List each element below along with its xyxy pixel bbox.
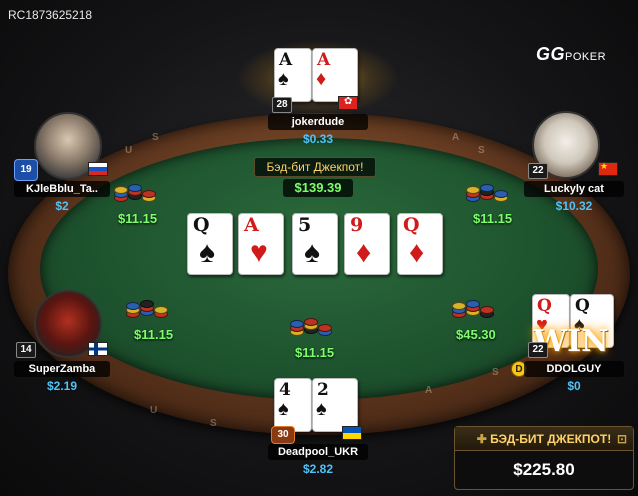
rail-letter: S <box>478 145 485 156</box>
player-name: Deadpool_UKR <box>268 444 368 460</box>
center-bet-amount: $11.15 <box>295 345 335 360</box>
player-stack: $2.19 <box>46 379 78 393</box>
level-badge: 22 <box>528 163 548 179</box>
spade-icon: ♠ <box>199 236 215 269</box>
card-rank: A <box>317 50 331 70</box>
player-stack: $0 <box>567 379 581 393</box>
bad-beat-jackpot-panel: ✚ БЭД-БИТ ДЖЕКПОТ! ⊡ $225.80 <box>454 426 634 490</box>
card-rank: 2 <box>317 380 329 400</box>
board-card-1: Q ♠ <box>187 213 233 275</box>
card-rank: Q <box>193 214 210 236</box>
player-stack: $2.82 <box>302 462 334 476</box>
rail-letter: S <box>152 132 159 143</box>
player-name: DDOLGUY <box>524 361 624 377</box>
jackpot-header: ✚ БЭД-БИТ ДЖЕКПОТ! ⊡ <box>455 427 633 451</box>
card-rank: 5 <box>298 214 312 236</box>
diamond-icon: ♦ <box>316 68 327 90</box>
china-flag-icon: ★ <box>598 161 618 176</box>
chip-stack-icon <box>126 296 170 322</box>
spade-icon: ♠ <box>304 236 320 269</box>
logo-gg: GG <box>536 44 566 64</box>
chip-stack-icon <box>114 180 158 206</box>
player-top[interactable]: jokerdude $0.33 <box>268 114 368 146</box>
level-badge: 19 <box>14 159 38 181</box>
bet-amount: $11.15 <box>118 211 158 226</box>
player-top-right[interactable]: Luckyly cat $10.32 <box>524 181 624 213</box>
ggpoker-logo: GGPOKER <box>536 44 606 65</box>
ukraine-flag-icon <box>342 426 362 440</box>
spade-icon: ♠ <box>278 398 289 420</box>
rail-letter: S <box>492 367 499 378</box>
hand-id: RC1873625218 <box>8 8 93 22</box>
level-badge: 28 <box>272 97 292 113</box>
board-card-5: Q ♦ <box>397 213 443 275</box>
diamond-icon: ♦ <box>356 236 372 269</box>
card-rank: 4 <box>279 380 291 400</box>
jackpot-title: БЭД-БИТ ДЖЕКПОТ! <box>490 432 612 446</box>
board-card-2: A ♥ <box>238 213 284 275</box>
player-name: Luckyly cat <box>524 181 624 197</box>
card-rank: Q <box>537 296 552 316</box>
player-bottom[interactable]: Deadpool_UKR $2.82 <box>268 444 368 476</box>
rail-letter: U <box>125 145 133 156</box>
level-badge: 30 <box>271 426 295 444</box>
hero-hole-card-2: 2 ♠ <box>312 378 358 432</box>
player-stack: $0.33 <box>302 132 334 146</box>
player-stack: $2 <box>55 199 69 213</box>
bet-amount: $11.15 <box>134 327 174 342</box>
card-rank: 9 <box>350 214 364 236</box>
heart-icon: ♥ <box>250 236 268 269</box>
rail-letter: U <box>150 405 158 416</box>
chip-stack-icon <box>290 314 334 340</box>
plus-icon: ✚ <box>476 432 491 446</box>
player-bottom-left[interactable]: SuperZamba $2.19 <box>14 361 110 393</box>
spade-icon: ♠ <box>316 398 327 420</box>
card-rank: Q <box>575 296 590 316</box>
card-rank: Q <box>403 214 420 236</box>
player-name: jokerdude <box>268 114 368 130</box>
top-hole-card-2: A ♦ <box>312 48 358 102</box>
jackpot-amount: $225.80 <box>513 460 575 479</box>
player-bottom-right[interactable]: DDOLGUY $0 <box>524 361 624 393</box>
rail-letter: A <box>452 132 460 143</box>
level-badge: 22 <box>528 342 548 358</box>
chip-stack-icon <box>466 180 510 206</box>
russia-flag-icon <box>88 162 108 176</box>
board-card-4: 9 ♦ <box>344 213 390 275</box>
card-rank: A <box>244 214 259 236</box>
bet-amount: $11.15 <box>473 211 513 226</box>
level-badge: 14 <box>16 342 36 358</box>
pot-amount: $139.39 <box>283 179 353 197</box>
bet-amount: $45.30 <box>456 327 496 342</box>
diamond-icon: ♦ <box>409 236 425 269</box>
card-rank: A <box>279 50 293 70</box>
hong-kong-flag-icon: ✿ <box>338 96 358 110</box>
top-hole-card-1: A ♠ <box>274 48 312 102</box>
logo-poker: POKER <box>565 51 607 63</box>
player-top-left[interactable]: KJleBblu_Ta.. $2 <box>14 181 110 213</box>
rail-letter: S <box>210 418 217 429</box>
player-stack: $10.32 <box>555 199 593 213</box>
spade-icon: ♠ <box>278 68 289 90</box>
player-name: SuperZamba <box>14 361 110 377</box>
bad-beat-jackpot-label: Бэд-бит Джекпот! <box>254 157 376 177</box>
board-card-3: 5 ♠ <box>292 213 338 275</box>
hero-hole-card-1: 4 ♠ <box>274 378 312 432</box>
rail-letter: A <box>425 385 433 396</box>
chip-stack-icon <box>452 296 496 322</box>
player-name: KJleBblu_Ta.. <box>14 181 110 197</box>
finland-flag-icon <box>88 342 108 356</box>
info-icon[interactable]: ⊡ <box>617 427 627 451</box>
